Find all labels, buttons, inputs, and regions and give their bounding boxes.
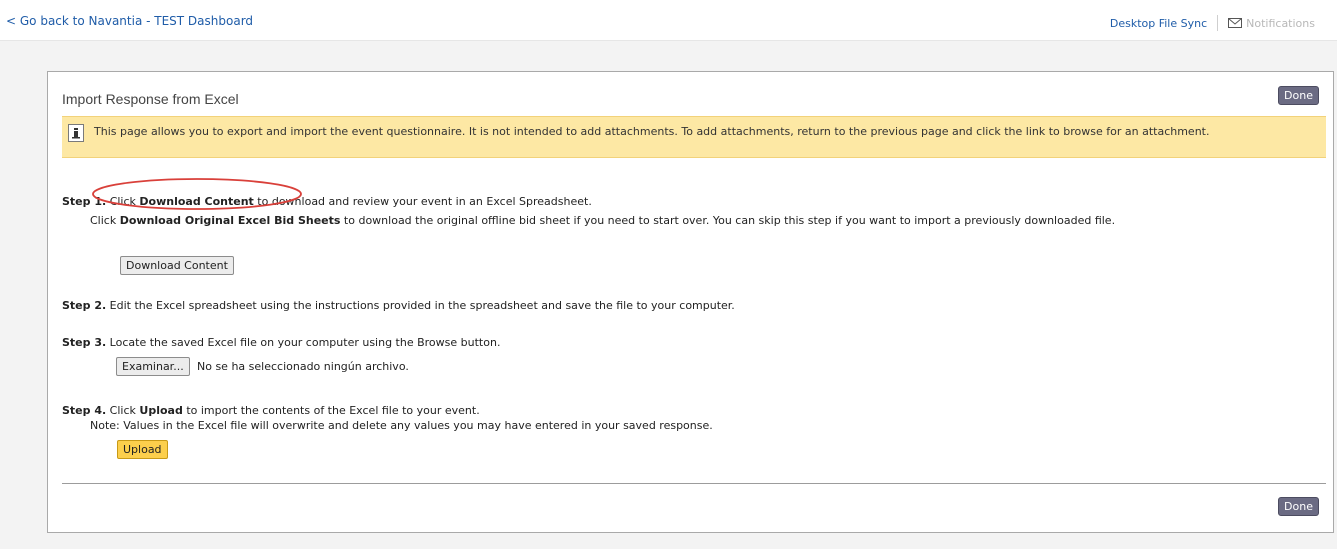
step4-text-post: to import the contents of the Excel file… — [182, 404, 480, 417]
step1-text-pre: Click — [109, 195, 140, 208]
info-icon — [68, 124, 84, 142]
step4-text-pre: Click — [106, 404, 140, 417]
step1-label: Step 1. — [62, 195, 107, 208]
step1-subtext: Click Download Original Excel Bid Sheets… — [90, 213, 1210, 228]
info-banner: This page allows you to export and impor… — [62, 116, 1326, 158]
step3-label: Step 3. — [62, 336, 107, 349]
upload-button[interactable]: Upload — [117, 440, 168, 459]
import-panel: Import Response from Excel Done This pag… — [47, 71, 1334, 533]
download-content-button[interactable]: Download Content — [120, 256, 234, 275]
step4-note: Note: Values in the Excel file will over… — [90, 419, 713, 432]
step2-line: Step 2. Edit the Excel spreadsheet using… — [62, 298, 735, 313]
step3-text: Locate the saved Excel file on your comp… — [106, 336, 501, 349]
envelope-icon — [1228, 18, 1243, 28]
page-title: Import Response from Excel — [62, 91, 239, 107]
step3-line: Step 3. Locate the saved Excel file on y… — [62, 335, 500, 350]
step4-bold: Upload — [139, 404, 183, 417]
step2-label: Step 2. — [62, 299, 107, 312]
step1-sub-bold: Download Original Excel Bid Sheets — [119, 214, 341, 227]
desktop-file-sync-link[interactable]: Desktop File Sync — [1110, 17, 1207, 30]
back-to-dashboard-link[interactable]: < Go back to Navantia - TEST Dashboard — [6, 14, 253, 28]
top-bar: < Go back to Navantia - TEST Dashboard D… — [0, 0, 1337, 41]
step2-text: Edit the Excel spreadsheet using the ins… — [106, 299, 735, 312]
separator — [1217, 15, 1219, 31]
divider — [62, 483, 1326, 484]
notifications-link[interactable]: Notifications — [1228, 17, 1315, 30]
step1-sub-pre: Click — [90, 214, 120, 227]
done-button-bottom[interactable]: Done — [1278, 497, 1319, 516]
step4-label: Step 4. — [62, 404, 107, 417]
step1-text-post: to download and review your event in an … — [253, 195, 592, 208]
step1-sub-post: to download the original offline bid she… — [340, 214, 1116, 227]
step4-line: Step 4. Click Upload to import the conte… — [62, 403, 480, 418]
browse-file-button[interactable]: Examinar... — [116, 357, 190, 376]
step1-line: Step 1. Click Download Content to downlo… — [62, 194, 592, 209]
done-button-top[interactable]: Done — [1278, 86, 1319, 105]
file-status-text: No se ha seleccionado ningún archivo. — [197, 360, 409, 373]
top-right-actions: Desktop File Sync Notifications — [1110, 15, 1315, 31]
step1-bold: Download Content — [139, 195, 254, 208]
notifications-label: Notifications — [1246, 16, 1315, 30]
info-text: This page allows you to export and impor… — [94, 125, 1210, 138]
